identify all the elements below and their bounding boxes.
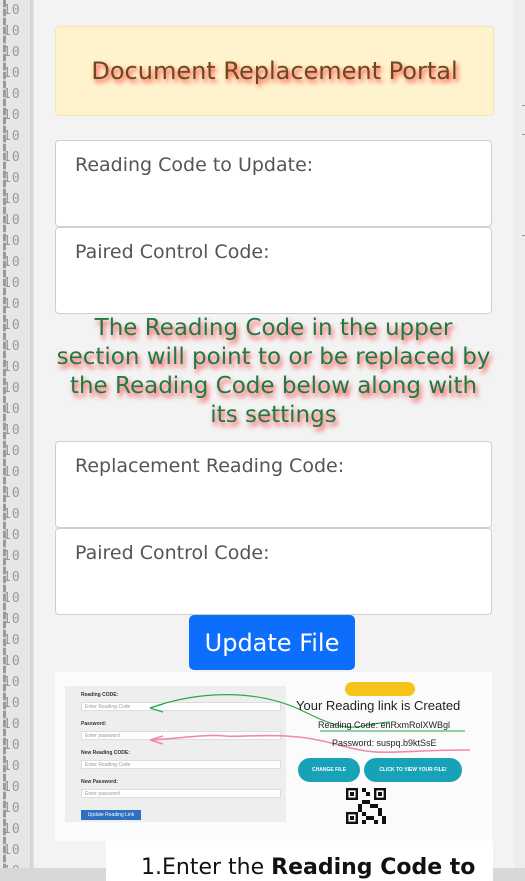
yellow-badge <box>345 682 415 696</box>
reading-code-update-field[interactable]: Reading Code to Update: <box>55 140 492 227</box>
result-screenshot: Your Reading link is Created Reading Cod… <box>290 676 490 836</box>
tutorial-image: Reading CODE: Enter Reading Code Passwor… <box>55 672 492 841</box>
qr-code-icon <box>346 788 386 824</box>
page-title: Document Replacement Portal <box>91 57 458 85</box>
title-box: Document Replacement Portal <box>55 26 494 116</box>
binary-strip: 10 10 10 10 10 10 10 10 10 10 10 10 10 10 10 10 10 10 10 10… <box>0 0 31 868</box>
replacement-reading-code-label: Replacement Reading Code: <box>75 455 345 477</box>
paired-control-code-label-2: Paired Control Code: <box>75 542 270 564</box>
paired-control-code-label-1: Paired Control Code: <box>75 241 270 263</box>
instruction-note: The Reading Code in the upper section wi… <box>56 315 491 428</box>
strip-bar <box>3 0 6 868</box>
change-file-pill: CHANGE FILE <box>298 758 360 782</box>
result-reading-code: Reading Code: enRxmRolXWBgl <box>318 720 451 730</box>
right-scroll-edge <box>514 0 525 868</box>
paired-control-code-field-2[interactable]: Paired Control Code: <box>55 528 492 615</box>
main-panel: Document Replacement Portal Reading Code… <box>33 0 515 881</box>
instruction-card: 1.Enter the Reading Code to <box>106 841 493 881</box>
reading-code-update-label: Reading Code to Update: <box>75 154 314 176</box>
update-file-button[interactable]: Update File <box>189 615 355 670</box>
view-file-pill: CLICK TO VIEW YOUR FILE! <box>364 758 462 782</box>
result-password: Password: suspq.b9ktSsE <box>332 738 437 748</box>
paired-control-code-field-1[interactable]: Paired Control Code: <box>55 227 492 314</box>
replacement-reading-code-field[interactable]: Replacement Reading Code: <box>55 441 492 528</box>
result-title: Your Reading link is Created <box>296 698 461 713</box>
